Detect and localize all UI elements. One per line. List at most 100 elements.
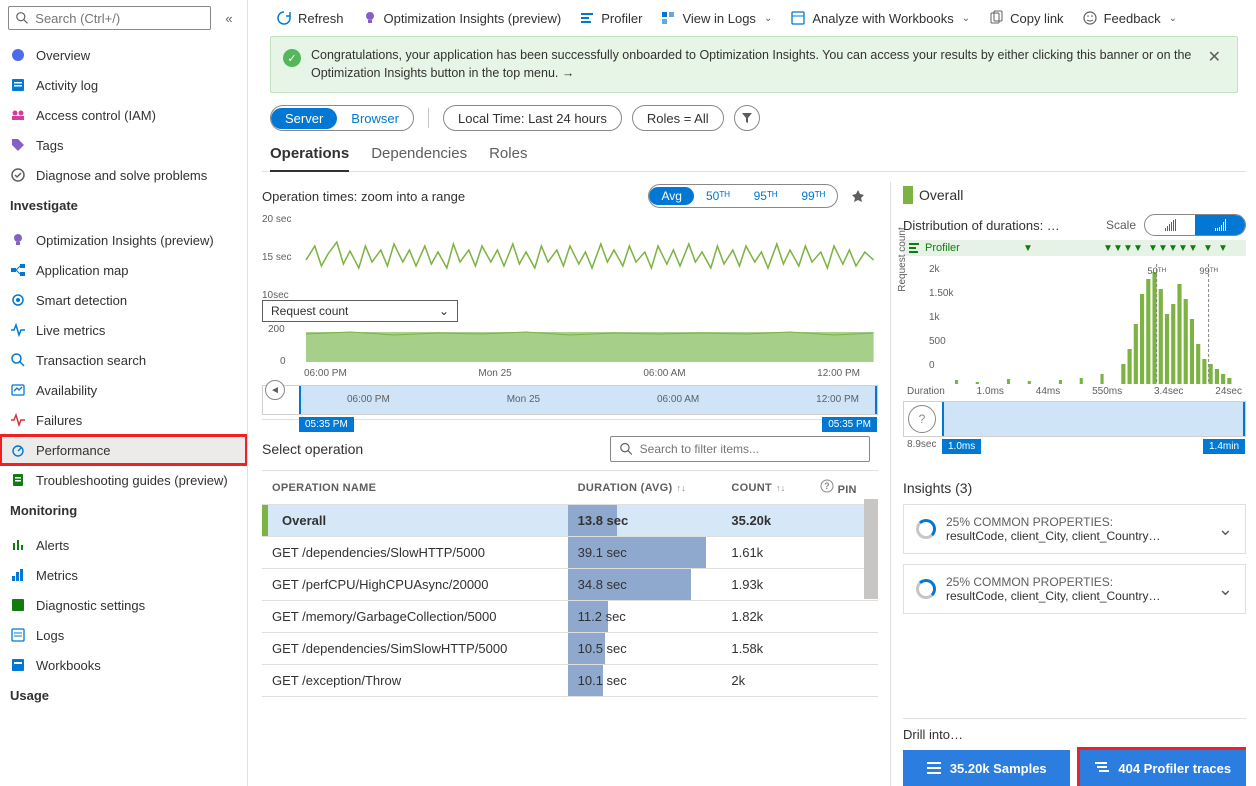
sidebar-search[interactable] <box>8 6 211 30</box>
table-row[interactable]: GET /memory/GarbageCollection/500011.2 s… <box>262 601 878 633</box>
refresh-button[interactable]: Refresh <box>276 10 344 26</box>
th-count[interactable]: COUNT↑↓ <box>721 471 810 505</box>
sidebar-item-label: Live metrics <box>36 323 105 338</box>
table-row[interactable]: GET /perfCPU/HighCPUAsync/2000034.8 sec1… <box>262 569 878 601</box>
tab-operations[interactable]: Operations <box>270 141 349 172</box>
sidebar-item-label: Workbooks <box>36 658 101 673</box>
sidebar-item-logs[interactable]: Logs <box>0 620 247 650</box>
p95-pill[interactable]: 95ᵀᴴ <box>742 187 790 205</box>
table-row[interactable]: GET /dependencies/SimSlowHTTP/500010.5 s… <box>262 633 878 665</box>
sidebar-item-workbooks[interactable]: Workbooks <box>0 650 247 680</box>
sidebar-item-label: Troubleshooting guides (preview) <box>36 473 228 488</box>
workbooks-button[interactable]: Analyze with Workbooks⌄ <box>790 10 970 26</box>
duration-histogram[interactable]: Request count 2k1.50k1k5000 <box>903 264 1246 384</box>
help-icon[interactable]: ? <box>908 405 936 433</box>
p99-pill[interactable]: 99ᵀᴴ <box>789 187 837 205</box>
sidebar-search-input[interactable] <box>35 11 204 26</box>
scale-log[interactable] <box>1195 215 1245 235</box>
sidebar-item-diagnostic-settings[interactable]: Diagnostic settings <box>0 590 247 620</box>
sidebar-item-label: Failures <box>36 413 82 428</box>
table-row[interactable]: GET /dependencies/SlowHTTP/500039.1 sec1… <box>262 537 878 569</box>
tabs: Operations Dependencies Roles <box>262 141 1246 172</box>
tab-roles[interactable]: Roles <box>489 141 527 171</box>
request-count-dropdown[interactable]: Request count⌄ <box>262 300 458 322</box>
copy-link-button[interactable]: Copy link <box>988 10 1063 26</box>
view-in-logs-button[interactable]: View in Logs⌄ <box>660 10 772 26</box>
table-row[interactable]: GET /exception/Throw10.1 sec2k <box>262 665 878 697</box>
cell-pin[interactable] <box>810 633 878 665</box>
scale-linear[interactable] <box>1145 215 1195 235</box>
sidebar-item-access-control-iam-[interactable]: Access control (IAM) <box>0 100 247 130</box>
profiler-traces-button[interactable]: 404 Profiler traces <box>1080 750 1247 786</box>
sidebar-item-troubleshooting-guides-preview-[interactable]: Troubleshooting guides (preview) <box>0 465 247 495</box>
profiler-button[interactable]: Profiler <box>579 10 642 26</box>
insight-card[interactable]: 25% COMMON PROPERTIES:resultCode, client… <box>903 564 1246 614</box>
server-pill[interactable]: Server <box>271 108 337 129</box>
time-brush[interactable]: ◄ 05:35 PM 05:35 PM 06:00 PMMon 2506:00 … <box>262 385 878 415</box>
histogram-ylabel: Request count <box>897 227 908 292</box>
percentile-toggle[interactable]: Avg 50ᵀᴴ 95ᵀᴴ 99ᵀᴴ <box>648 184 838 208</box>
refresh-icon <box>276 10 292 26</box>
cell-pin[interactable] <box>810 601 878 633</box>
p50-pill[interactable]: 50ᵀᴴ <box>694 187 742 205</box>
cell-count: 1.82k <box>721 601 810 633</box>
onboarding-banner[interactable]: ✓ Congratulations, your application has … <box>270 36 1238 93</box>
server-browser-toggle[interactable]: Server Browser <box>270 105 414 131</box>
table-row[interactable]: Overall13.8 sec35.20k <box>262 505 878 537</box>
sidebar-item-activity-log[interactable]: Activity log <box>0 70 247 100</box>
duration-brush[interactable]: ? 1.0ms 1.4min <box>903 401 1246 437</box>
insight-card[interactable]: 25% COMMON PROPERTIES:resultCode, client… <box>903 504 1246 554</box>
brush-label-left: 05:35 PM <box>299 417 354 432</box>
copy-icon <box>988 10 1004 26</box>
sidebar-collapse-toggle[interactable]: « <box>217 6 241 30</box>
pin-chart-button[interactable] <box>846 184 870 208</box>
time-range-filter[interactable]: Local Time: Last 24 hours <box>443 105 622 131</box>
banner-text: Congratulations, your application has be… <box>311 47 1194 82</box>
tags-icon <box>10 137 26 153</box>
sidebar-item-metrics[interactable]: Metrics <box>0 560 247 590</box>
roles-filter[interactable]: Roles = All <box>632 105 724 131</box>
banner-close-button[interactable]: ✕ <box>1204 47 1225 67</box>
drill-into: Drill into… 35.20k Samples 404 Profiler … <box>903 718 1246 786</box>
cell-count: 1.93k <box>721 569 810 601</box>
add-filter-button[interactable] <box>734 105 760 131</box>
cell-pin[interactable] <box>810 665 878 697</box>
optimization-insights-button[interactable]: Optimization Insights (preview) <box>362 10 562 26</box>
sidebar-item-tags[interactable]: Tags <box>0 130 247 160</box>
feedback-button[interactable]: Feedback⌄ <box>1082 10 1177 26</box>
th-duration[interactable]: DURATION (AVG)↑↓ <box>568 471 722 505</box>
sidebar-item-overview[interactable]: Overview <box>0 40 247 70</box>
browser-pill[interactable]: Browser <box>337 108 413 129</box>
sidebar-item-failures[interactable]: Failures <box>0 405 247 435</box>
profiler-strip[interactable]: Profiler ▼ ▼▼▼▼ ▼▼▼▼▼ ▼▼ <box>903 240 1246 256</box>
cell-name: Overall <box>262 505 568 537</box>
tab-dependencies[interactable]: Dependencies <box>371 141 467 171</box>
samples-button[interactable]: 35.20k Samples <box>903 750 1070 786</box>
sidebar-item-diagnose-and-solve-problems[interactable]: Diagnose and solve problems <box>0 160 247 190</box>
sidebar-item-smart-detection[interactable]: Smart detection <box>0 285 247 315</box>
sidebar-item-transaction-search[interactable]: Transaction search <box>0 345 247 375</box>
scrollbar[interactable] <box>864 499 878 599</box>
main: Refresh Optimization Insights (preview) … <box>248 0 1256 786</box>
th-operation[interactable]: OPERATION NAME <box>262 471 568 505</box>
metrics-icon <box>10 567 26 583</box>
operation-filter-input[interactable] <box>640 442 861 456</box>
operation-filter[interactable] <box>610 436 870 462</box>
sidebar-item-alerts[interactable]: Alerts <box>0 530 247 560</box>
scale-toggle[interactable] <box>1144 214 1246 236</box>
duration-axis: Duration 1.0ms44ms550ms3.4sec24sec <box>903 384 1246 397</box>
logs-icon <box>10 627 26 643</box>
sidebar-item-label: Diagnostic settings <box>36 598 145 613</box>
svg-text:99ᵀᴴ: 99ᵀᴴ <box>1199 266 1217 276</box>
sidebar-item-optimization-insights-preview-[interactable]: Optimization Insights (preview) <box>0 225 247 255</box>
cell-duration: 39.1 sec <box>568 537 722 569</box>
sidebar-item-performance[interactable]: Performance <box>0 435 247 465</box>
sidebar-item-live-metrics[interactable]: Live metrics <box>0 315 247 345</box>
overall-title: Overall <box>919 187 963 203</box>
workbook-icon <box>790 10 806 26</box>
avg-pill[interactable]: Avg <box>649 187 693 205</box>
sidebar-item-application-map[interactable]: Application map <box>0 255 247 285</box>
operation-times-chart[interactable]: 20 sec 15 sec 10sec Request count⌄ 200 0 <box>262 214 878 420</box>
sidebar-item-availability[interactable]: Availability <box>0 375 247 405</box>
left-column: Operation times: zoom into a range Avg 5… <box>262 182 878 786</box>
